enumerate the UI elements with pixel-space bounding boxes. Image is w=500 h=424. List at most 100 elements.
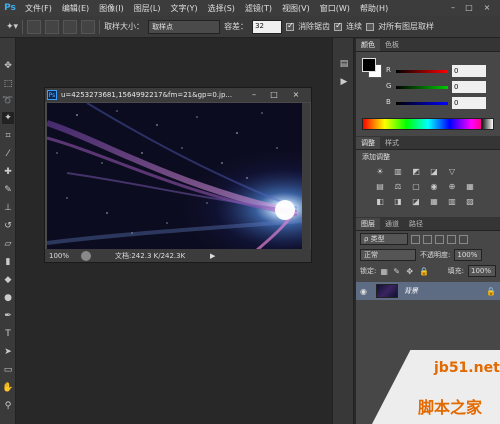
blue-value[interactable]: 0	[452, 97, 486, 109]
blur-tool-icon[interactable]: ◆	[2, 274, 14, 286]
menu-image[interactable]: 图像(I)	[94, 3, 129, 14]
lock-position-icon[interactable]: ✥	[406, 267, 415, 276]
opacity-input[interactable]: 100%	[454, 249, 483, 261]
add-selection-icon[interactable]	[45, 19, 60, 34]
menu-edit[interactable]: 编辑(E)	[57, 3, 94, 14]
tab-styles[interactable]: 样式	[380, 137, 404, 149]
gradient-tool-icon[interactable]: ▮	[2, 256, 14, 268]
invert-icon[interactable]: ◧	[374, 196, 386, 207]
foreground-color-swatch[interactable]	[362, 58, 376, 72]
intersect-selection-icon[interactable]	[81, 19, 96, 34]
document-maximize-button[interactable]: □	[265, 89, 283, 100]
color-spectrum[interactable]	[362, 118, 494, 130]
tab-paths[interactable]: 路径	[404, 218, 428, 230]
tab-swatches[interactable]: 色板	[380, 39, 404, 51]
green-track[interactable]	[396, 86, 448, 89]
curves-icon[interactable]: ◩	[410, 166, 422, 177]
new-selection-icon[interactable]	[27, 19, 42, 34]
minimize-button[interactable]: –	[446, 2, 460, 13]
blue-slider[interactable]: B 0	[386, 97, 496, 110]
tab-color[interactable]: 颜色	[356, 39, 380, 51]
red-value[interactable]: 0	[452, 65, 486, 77]
exposure-icon[interactable]: ◪	[428, 166, 440, 177]
lock-transparent-icon[interactable]: ▦	[380, 267, 389, 276]
selective-color-icon[interactable]: ▦	[428, 196, 440, 207]
dodge-tool-icon[interactable]: ●	[2, 292, 14, 304]
lasso-tool-icon[interactable]: ➰	[2, 95, 14, 107]
green-slider[interactable]: G 0	[386, 81, 496, 94]
color-balance-icon[interactable]: ⚖	[392, 181, 404, 192]
layer-row[interactable]: ◉ 背景 🔒	[356, 282, 500, 300]
vibrance-icon[interactable]: ▽	[446, 166, 458, 177]
maximize-button[interactable]: □	[462, 2, 476, 13]
history-panel-icon[interactable]: ▤	[338, 58, 350, 70]
green-value[interactable]: 0	[452, 81, 486, 93]
blend-mode-select[interactable]: 正常	[360, 249, 416, 261]
layer-name[interactable]: 背景	[404, 286, 418, 296]
marquee-tool-icon[interactable]: ⬚	[2, 78, 14, 90]
menu-layer[interactable]: 图层(L)	[129, 3, 166, 14]
clone-stamp-tool-icon[interactable]: ⊥	[2, 202, 14, 214]
pen-tool-icon[interactable]: ✒	[2, 310, 14, 322]
zoom-tool-icon[interactable]: ⚲	[2, 400, 14, 412]
antialias-checkbox[interactable]	[286, 21, 295, 31]
tab-channels[interactable]: 通道	[380, 218, 404, 230]
path-selection-tool-icon[interactable]: ➤	[2, 346, 14, 358]
gradient-map-icon[interactable]: ▥	[446, 196, 458, 207]
fill-input[interactable]: 100%	[468, 265, 496, 277]
crop-tool-icon[interactable]: ⌗	[2, 130, 14, 142]
posterize-icon[interactable]: ◨	[392, 196, 404, 207]
document-close-button[interactable]: ×	[287, 89, 305, 100]
magic-wand-preset-icon[interactable]: ✦▾	[6, 22, 18, 32]
blue-track[interactable]	[396, 102, 448, 105]
adjustment-filter-icon[interactable]	[423, 234, 432, 244]
menu-filter[interactable]: 滤镜(T)	[240, 3, 277, 14]
document-scrollbar[interactable]	[302, 103, 310, 250]
eyedropper-tool-icon[interactable]: ⁄	[2, 148, 14, 160]
threshold-icon[interactable]: ◪	[410, 196, 422, 207]
menu-window[interactable]: 窗口(W)	[315, 3, 355, 14]
close-button[interactable]: ×	[480, 2, 494, 13]
type-filter-icon[interactable]	[435, 234, 444, 244]
document-titlebar[interactable]: Ps u=4253273681,1564992217&fm=21&gp=0.jp…	[45, 88, 311, 102]
tab-adjustments[interactable]: 调整	[356, 137, 380, 149]
document-window[interactable]: Ps u=4253273681,1564992217&fm=21&gp=0.jp…	[44, 87, 312, 263]
all-layers-checkbox[interactable]	[366, 22, 375, 31]
status-menu-arrow-icon[interactable]: ▶	[210, 252, 215, 260]
shape-filter-icon[interactable]	[447, 234, 456, 244]
brightness-icon[interactable]: ☀	[374, 166, 386, 177]
shape-tool-icon[interactable]: ▭	[2, 364, 14, 376]
hand-tool-icon[interactable]: ✋	[2, 382, 14, 394]
subtract-selection-icon[interactable]	[63, 19, 78, 34]
lock-pixels-icon[interactable]: ✎	[393, 267, 402, 276]
shadows-icon[interactable]: ▨	[464, 196, 476, 207]
status-info-icon[interactable]	[81, 250, 91, 261]
hue-saturation-icon[interactable]: ▤	[374, 181, 386, 192]
healing-brush-tool-icon[interactable]: ✚	[2, 166, 14, 178]
black-white-icon[interactable]: ▢	[410, 181, 422, 192]
layer-kind-filter[interactable]: ρ 类型	[360, 233, 408, 245]
menu-file[interactable]: 文件(F)	[20, 3, 57, 14]
menu-select[interactable]: 选择(S)	[203, 3, 240, 14]
zoom-level[interactable]: 100%	[45, 252, 77, 260]
menu-help[interactable]: 帮助(H)	[355, 3, 393, 14]
photo-filter-icon[interactable]: ◉	[428, 181, 440, 192]
color-lookup-icon[interactable]: ▦	[464, 181, 476, 192]
magic-wand-tool-icon[interactable]: ✦	[2, 112, 14, 124]
tolerance-input[interactable]: 32	[252, 19, 283, 34]
smart-object-filter-icon[interactable]	[459, 234, 468, 244]
red-slider[interactable]: R 0	[386, 65, 496, 78]
pixel-filter-icon[interactable]	[411, 234, 420, 244]
eraser-tool-icon[interactable]: ▱	[2, 238, 14, 250]
lock-all-icon[interactable]: 🔒	[419, 267, 429, 276]
visibility-eye-icon[interactable]: ◉	[360, 287, 370, 296]
levels-icon[interactable]: ▥	[392, 166, 404, 177]
contiguous-checkbox[interactable]	[334, 21, 343, 31]
history-brush-tool-icon[interactable]: ↺	[2, 220, 14, 232]
actions-panel-icon[interactable]: ▶	[338, 76, 350, 88]
document-canvas[interactable]	[47, 103, 302, 250]
tab-layers[interactable]: 图层	[356, 218, 380, 230]
brush-tool-icon[interactable]: ✎	[2, 184, 14, 196]
sample-size-select[interactable]: 取样点	[148, 19, 221, 34]
type-tool-icon[interactable]: T	[2, 328, 14, 340]
